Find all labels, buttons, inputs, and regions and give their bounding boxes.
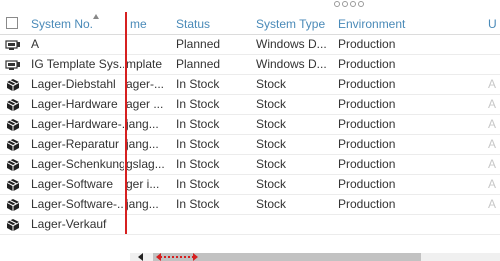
cell-status: [176, 215, 254, 234]
cell-system-type: Stock: [256, 97, 287, 111]
table-row[interactable]: Lager-Diebstahl ager-... In Stock Stock Prod…: [0, 75, 500, 95]
cell-status: In Stock: [176, 97, 220, 111]
table-row[interactable]: A Planned Windows D... Production: [0, 35, 500, 55]
cell-environment: Production: [338, 117, 396, 131]
column-header-name[interactable]: me: [130, 15, 174, 33]
cell-environment: Production: [338, 37, 396, 51]
package-icon: [5, 155, 21, 174]
cell-status: In Stock: [176, 177, 220, 191]
column-header-system-no[interactable]: System No.: [31, 15, 93, 33]
cell-system-no: IG Template Sys...: [31, 57, 124, 71]
table-row[interactable]: Lager-Verkauf: [0, 215, 500, 235]
cell-system-type: Windows D...: [256, 37, 327, 51]
cell-environment: Production: [338, 177, 396, 191]
package-icon: [5, 195, 21, 214]
horizontal-resize-icon: [156, 253, 198, 261]
cell-environment: Production: [338, 157, 396, 171]
table-row[interactable]: Lager-Hardware ager ... In Stock Stock Produ…: [0, 95, 500, 115]
table-row[interactable]: IG Template Sys... mplate Planned Windows D…: [0, 55, 500, 75]
package-icon: [5, 175, 21, 194]
cell-name: jang...: [126, 117, 159, 131]
scroll-left-arrow-icon[interactable]: [138, 253, 143, 261]
cell-status: In Stock: [176, 137, 220, 151]
systems-grid: System No. me Status System Type Environ…: [0, 0, 500, 261]
package-icon: [5, 135, 21, 154]
cell-name: [126, 215, 174, 234]
column-header-status[interactable]: Status: [176, 15, 252, 33]
cell-system-no: Lager-Diebstahl: [31, 77, 116, 91]
cell-name: gslag...: [126, 157, 165, 171]
cell-u: A: [488, 177, 497, 191]
cell-system-no: Lager-Hardware: [31, 97, 118, 111]
package-icon: [5, 75, 21, 94]
column-header-u[interactable]: U: [488, 15, 500, 33]
cell-system-type: Stock: [256, 197, 287, 211]
cell-environment: Production: [338, 77, 396, 91]
cell-status: In Stock: [176, 117, 220, 131]
column-drag-handle[interactable]: [334, 1, 364, 10]
column-header-environment[interactable]: Environment: [338, 15, 478, 33]
package-icon: [5, 95, 21, 114]
grid-body: A Planned Windows D... Production IG Templat…: [0, 35, 500, 235]
cell-system-type: Stock: [256, 77, 287, 91]
column-header-system-type[interactable]: System Type: [256, 15, 334, 33]
cell-name: ger i...: [126, 177, 160, 191]
table-row[interactable]: Lager-Software ger i... In Stock Stock Produ…: [0, 175, 500, 195]
cell-name: [126, 35, 174, 54]
cell-status: Planned: [176, 37, 221, 51]
table-row[interactable]: Lager-Reparatur jang... In Stock Stock Produ…: [0, 135, 500, 155]
cell-status: In Stock: [176, 157, 220, 171]
cell-system-no: Lager-Verkauf: [31, 217, 107, 231]
table-row[interactable]: Lager-Schenkung gslag... In Stock Stock Prod…: [0, 155, 500, 175]
cell-system-type: Stock: [256, 137, 287, 151]
cell-u: [488, 215, 500, 234]
cell-system-no: Lager-Software-...: [31, 197, 124, 211]
cell-u: [488, 35, 500, 54]
cell-environment: Production: [338, 197, 396, 211]
cell-system-type: Windows D...: [256, 57, 327, 71]
cell-u: A: [488, 157, 497, 171]
cell-name: mplate: [126, 57, 163, 71]
package-icon: [5, 215, 21, 234]
cell-environment: Production: [338, 97, 396, 111]
cell-system-type: Stock: [256, 117, 287, 131]
package-icon: [5, 115, 21, 134]
sort-ascending-icon: [93, 14, 99, 19]
table-row[interactable]: Lager-Software-... jang... In Stock Stock Pr…: [0, 195, 500, 215]
computer-icon: [5, 55, 21, 74]
cell-u: A: [488, 137, 497, 151]
cell-system-no: Lager-Software: [31, 177, 114, 191]
frozen-column-divider[interactable]: [125, 12, 127, 234]
cell-status: In Stock: [176, 197, 220, 211]
cell-environment: Production: [338, 137, 396, 151]
cell-system-no: Lager-Reparatur: [31, 137, 120, 151]
cell-u: A: [488, 117, 497, 131]
cell-system-type: Stock: [256, 157, 287, 171]
cell-environment: [338, 215, 478, 234]
cell-environment: Production: [338, 57, 396, 71]
cell-name: ager-...: [126, 77, 165, 91]
cell-u: A: [488, 77, 497, 91]
cell-name: ager ...: [126, 97, 164, 111]
cell-system-no: Lager-Schenkung: [31, 157, 124, 171]
select-all-checkbox[interactable]: [6, 17, 18, 29]
cell-system-no: A: [31, 37, 40, 51]
cell-system-no: Lager-Hardware-...: [31, 117, 124, 131]
grid-header: System No. me Status System Type Environ…: [0, 0, 500, 35]
cell-u: A: [488, 97, 497, 111]
cell-system-type: Stock: [256, 177, 287, 191]
cell-name: jang...: [126, 197, 159, 211]
cell-u: A: [488, 197, 497, 211]
cell-status: Planned: [176, 57, 221, 71]
cell-name: jang...: [126, 137, 159, 151]
cell-u: [488, 55, 500, 74]
computer-icon: [5, 35, 21, 54]
cell-status: In Stock: [176, 77, 220, 91]
cell-system-type: [256, 215, 334, 234]
table-row[interactable]: Lager-Hardware-... jang... In Stock Stock Pr…: [0, 115, 500, 135]
